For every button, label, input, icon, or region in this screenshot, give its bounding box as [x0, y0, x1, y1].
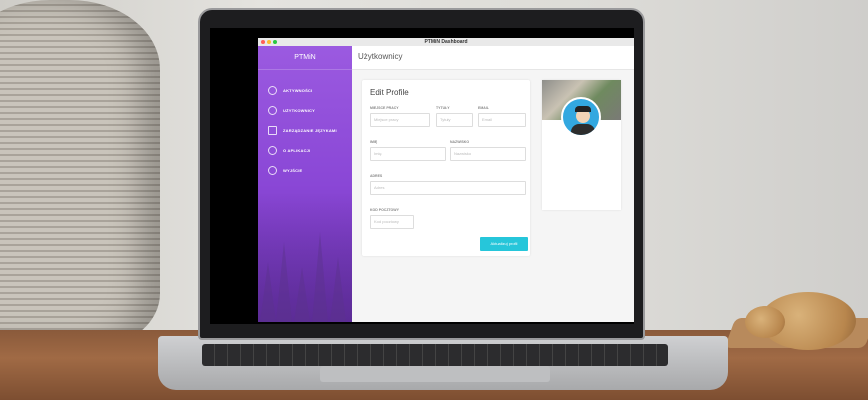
sidebar-item-label: O APLIKACJI [283, 147, 311, 153]
window-title: PTMiN Dashboard [424, 39, 468, 45]
workplace-field[interactable]: Miejsce pracy [370, 113, 430, 127]
trackpad [320, 366, 550, 382]
gear-icon [268, 165, 277, 175]
tree [276, 242, 292, 322]
address-label: ADRES [370, 174, 383, 178]
address-field[interactable]: Adres [370, 181, 526, 195]
first-name-field[interactable]: Imię [370, 147, 446, 161]
minimize-button[interactable] [267, 40, 271, 44]
tree [312, 232, 328, 322]
last-name-field[interactable]: Nazwisko [450, 147, 526, 161]
window-controls [261, 40, 277, 44]
email-label: EMAIL [478, 106, 489, 110]
avatar-body [571, 124, 595, 135]
edit-profile-card: Edit Profile MIEJSCE PRACY Miejsce pracy… [362, 80, 530, 256]
postal-code-label: KOD POCZTOWY [370, 208, 399, 212]
sidebar: PTMiN AKTYWNOŚCI UŻYTKOWNICY ZARZĄDZANIE… [258, 46, 352, 322]
sidebar-item-aktywnosci[interactable]: AKTYWNOŚCI [258, 80, 352, 100]
sidebar-nav: AKTYWNOŚCI UŻYTKOWNICY ZARZĄDZANIE JĘZYK… [258, 70, 352, 180]
globe-icon [268, 105, 277, 115]
pie-chart-icon [268, 85, 277, 95]
update-profile-button[interactable]: Aktualizuj profil [480, 237, 528, 251]
last-name-label: NAZWISKO [450, 140, 470, 144]
document-icon [268, 125, 277, 135]
sidebar-forest-image [258, 192, 352, 322]
sidebar-item-label: AKTYWNOŚCI [283, 87, 313, 93]
titles-label: TYTUŁY [436, 106, 450, 110]
cookie [745, 306, 785, 338]
laptop-screen: PTMiN Dashboard PTMiN AKTYWNOŚCI UŻYTKOW… [210, 28, 634, 324]
postal-code-field[interactable]: Kod pocztowy [370, 215, 414, 229]
workplace-label: MIEJSCE PRACY [370, 106, 399, 110]
keyboard [202, 344, 668, 366]
avatar [561, 97, 601, 137]
window-titlebar: PTMiN Dashboard [258, 38, 634, 46]
close-button[interactable] [261, 40, 265, 44]
sidebar-brand: PTMiN [258, 46, 352, 70]
form-title: Edit Profile [370, 88, 409, 97]
sidebar-item-jezyki[interactable]: ZARZĄDZANIE JĘZYKAMI [258, 120, 352, 140]
vase [0, 0, 160, 345]
location-pin-icon [268, 145, 277, 155]
avatar-hat [575, 106, 591, 112]
sidebar-item-uzytkownicy[interactable]: UŻYTKOWNICY [258, 100, 352, 120]
sidebar-item-label: UŻYTKOWNICY [283, 107, 315, 113]
app-window: PTMiN Dashboard PTMiN AKTYWNOŚCI UŻYTKOW… [258, 38, 634, 322]
tree [294, 267, 310, 322]
sidebar-item-wyjscie[interactable]: WYJŚCIE [258, 160, 352, 180]
first-name-label: IMIĘ [370, 140, 378, 144]
email-field[interactable]: Email [478, 113, 526, 127]
sidebar-item-label: ZARZĄDZANIE JĘZYKAMI [283, 127, 337, 133]
titles-field[interactable]: Tytuły [436, 113, 473, 127]
tree [330, 257, 346, 322]
page-title: Użytkownicy [358, 52, 403, 61]
maximize-button[interactable] [273, 40, 277, 44]
profile-card [542, 80, 621, 210]
sidebar-item-label: WYJŚCIE [283, 167, 303, 173]
sidebar-item-o-aplikacji[interactable]: O APLIKACJI [258, 140, 352, 160]
tree [260, 262, 276, 322]
top-bar: Użytkownicy [352, 46, 634, 70]
